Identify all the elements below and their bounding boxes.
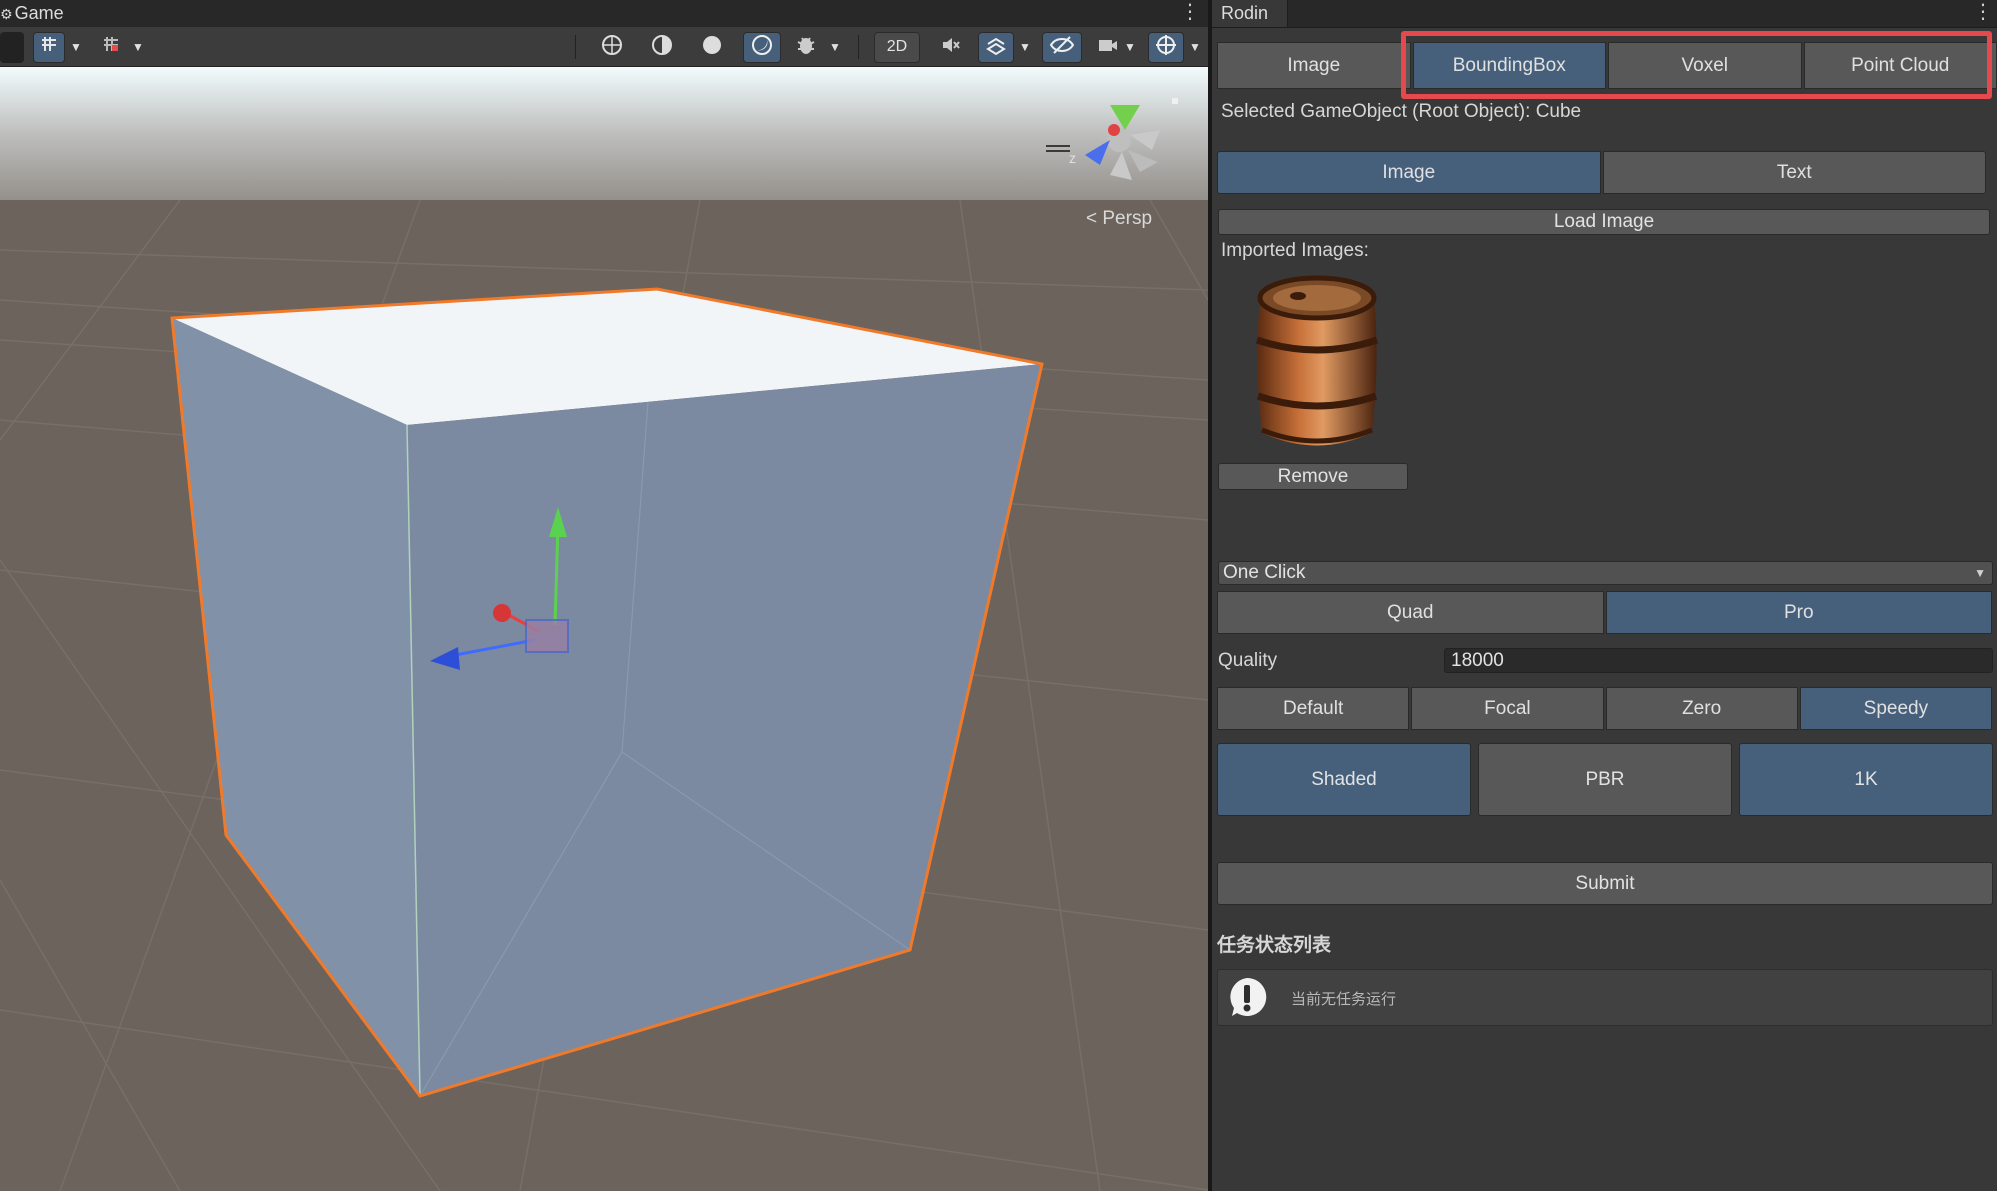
shaded-wireframe-icon[interactable] <box>644 32 680 63</box>
scene-tab[interactable]: ⚙ Game <box>0 0 64 27</box>
effects-dropdown-icon[interactable]: ▼ <box>1015 32 1035 63</box>
scene-toolbar: ▼ ▼ ▼ 2D ▼ ▼ ▼ <box>0 27 1208 67</box>
rodin-tab[interactable]: Rodin <box>1212 0 1288 27</box>
gizmos-dropdown-icon[interactable]: ▼ <box>1185 32 1205 63</box>
preset-focal[interactable]: Focal <box>1411 687 1604 730</box>
resolution-1k-button[interactable]: 1K <box>1739 743 1993 816</box>
camera-dropdown-icon[interactable]: ▼ <box>1120 32 1140 63</box>
imported-image-thumbnail[interactable] <box>1248 268 1386 460</box>
scene-view: ⚙ Game ⋮ ▼ ▼ ▼ 2D ▼ ▼ ▼ z < Persp <box>0 0 1208 1191</box>
task-list-title: 任务状态列表 <box>1217 935 1332 956</box>
tab-image[interactable]: Image <box>1217 42 1411 89</box>
task-status-box: 当前无任务运行 <box>1217 969 1993 1026</box>
preset-zero[interactable]: Zero <box>1605 687 1798 730</box>
tier-tabs: Quad Pro <box>1217 591 1992 634</box>
input-tab-image[interactable]: Image <box>1217 151 1601 194</box>
scene-canvas: z <box>0 67 1208 1191</box>
scene-tab-bar: ⚙ Game ⋮ <box>0 0 1208 28</box>
snap-toggle-icon[interactable] <box>95 32 127 63</box>
task-status-text: 当前无任务运行 <box>1291 991 1397 1008</box>
lit-shading-icon[interactable] <box>743 32 781 63</box>
tier-pro[interactable]: Pro <box>1605 591 1992 634</box>
shaded-button[interactable]: Shaded <box>1217 743 1471 816</box>
view-handle-icon[interactable] <box>1046 145 1070 155</box>
scene-viewport[interactable]: z <box>0 67 1208 1191</box>
2d-toggle-button[interactable]: 2D <box>874 32 920 63</box>
hidden-objects-icon[interactable] <box>1042 32 1082 63</box>
debug-dropdown-icon[interactable]: ▼ <box>825 32 845 63</box>
pbr-button[interactable]: PBR <box>1478 743 1732 816</box>
generation-mode-value: One Click <box>1223 562 1306 583</box>
panel-menu-icon[interactable]: ⋮ <box>1973 0 1993 26</box>
input-type-tabs: Image Text <box>1217 151 1986 194</box>
tier-quad[interactable]: Quad <box>1217 591 1604 634</box>
preset-tabs: Default Focal Zero Speedy <box>1217 687 1992 730</box>
grid-dropdown-icon[interactable]: ▼ <box>66 32 86 63</box>
sky <box>0 67 1208 217</box>
imported-images-label: Imported Images: <box>1221 240 1369 261</box>
info-icon <box>1226 976 1268 1018</box>
quality-label: Quality <box>1218 650 1278 671</box>
toolbar-left-stub[interactable] <box>0 32 24 63</box>
gizmos-icon[interactable] <box>1148 32 1184 63</box>
generation-mode-dropdown[interactable]: One Click ▼ <box>1218 561 1993 585</box>
highlight-box <box>1401 31 1992 99</box>
camera-icon[interactable] <box>1094 32 1122 63</box>
grid-toggle-icon[interactable] <box>33 32 65 63</box>
quality-input[interactable]: 18000 <box>1444 648 1993 673</box>
preset-speedy[interactable]: Speedy <box>1799 687 1992 730</box>
debug-draw-icon[interactable] <box>790 32 822 63</box>
remove-image-button[interactable]: Remove <box>1218 463 1408 490</box>
panel-tab-bar: Rodin ⋮ <box>1212 0 1997 28</box>
scene-menu-icon[interactable]: ⋮ <box>1180 0 1200 26</box>
selected-object-label: Selected GameObject (Root Object): Cube <box>1221 101 1582 122</box>
scene-tab-label: Game <box>14 3 64 23</box>
audio-mute-icon[interactable] <box>930 32 972 63</box>
rodin-panel: Rodin ⋮ Image BoundingBox Voxel Point Cl… <box>1212 0 1997 1191</box>
input-tab-text[interactable]: Text <box>1602 151 1986 194</box>
submit-button[interactable]: Submit <box>1217 862 1993 905</box>
preset-default[interactable]: Default <box>1217 687 1410 730</box>
wireframe-shading-icon[interactable] <box>594 32 630 63</box>
game-icon: ⚙ <box>0 6 13 22</box>
shaded-icon[interactable] <box>694 32 730 63</box>
effects-toggle-icon[interactable] <box>978 32 1014 63</box>
svg-text:z: z <box>1069 150 1076 166</box>
load-image-button[interactable]: Load Image <box>1218 209 1990 235</box>
perspective-toggle[interactable]: < Persp <box>1086 208 1152 230</box>
chevron-down-icon: ▼ <box>1974 566 1986 580</box>
snap-dropdown-icon[interactable]: ▼ <box>128 32 148 63</box>
